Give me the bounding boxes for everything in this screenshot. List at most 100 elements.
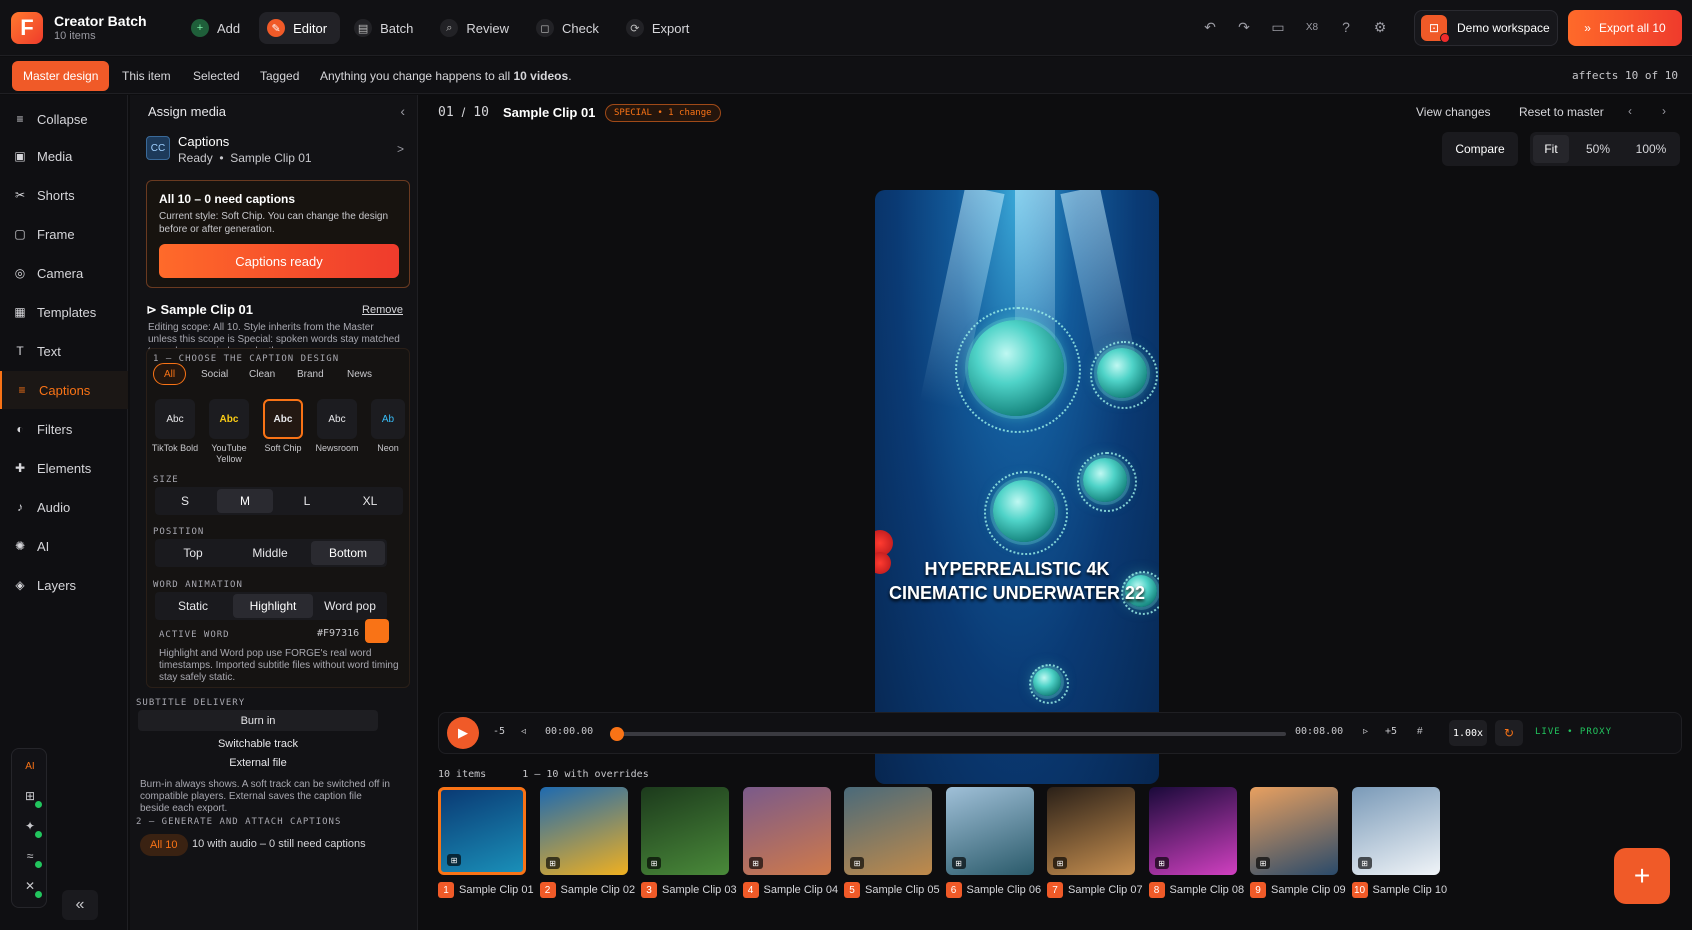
sidebar-item-ai[interactable]: ✺ AI <box>0 527 128 565</box>
tab-add[interactable]: + Add <box>183 12 253 44</box>
chip-clean[interactable]: Clean <box>239 363 285 385</box>
chip-all[interactable]: All <box>153 363 187 385</box>
position-middle[interactable]: Middle <box>233 541 307 565</box>
animation-static[interactable]: Static <box>157 594 229 618</box>
style-newsroom[interactable]: Abc <box>317 399 357 439</box>
forward-5-button[interactable]: +5 <box>1385 726 1397 737</box>
scope-master-design[interactable]: Master design <box>12 61 110 91</box>
hash-icon[interactable]: # <box>1417 726 1423 737</box>
sidebar-item-elements[interactable]: ✚ Elements <box>0 449 128 487</box>
x8-icon[interactable]: X8 <box>1302 17 1322 37</box>
tab-batch[interactable]: ▤ Batch <box>346 12 426 44</box>
sidebar-item-captions[interactable]: ≡ Captions <box>0 371 128 409</box>
tab-export[interactable]: ⟳ Export <box>618 12 703 44</box>
collapse-panel-icon[interactable]: ‹ <box>400 103 405 119</box>
size-s[interactable]: S <box>157 489 213 513</box>
sidebar-item-collapse[interactable]: ≡ Collapse <box>0 100 128 138</box>
sidebar-item-text[interactable]: T Text <box>0 332 128 370</box>
timeline-track[interactable] <box>616 732 1286 736</box>
sidebar-item-shorts[interactable]: ✂ Shorts <box>0 176 128 214</box>
style-youtube-yellow[interactable]: Abc <box>209 399 249 439</box>
grid-icon[interactable]: ⊞ <box>21 787 42 808</box>
delivery-burn-in[interactable]: Burn in <box>138 710 378 731</box>
filmstrip-thumbnail[interactable]: ⊞ <box>945 787 1034 875</box>
filmstrip-thumbnail[interactable]: ⊞ <box>1148 787 1237 875</box>
playback-speed[interactable]: 1.00x <box>1449 720 1487 746</box>
sidebar-item-layers[interactable]: ◈ Layers <box>0 566 128 604</box>
position-bottom[interactable]: Bottom <box>311 541 385 565</box>
filmstrip-thumbnail[interactable]: ⊞ <box>742 787 831 875</box>
undo-icon[interactable]: ↶ <box>1200 17 1220 37</box>
wave-icon[interactable]: ≈ <box>21 847 42 868</box>
zoom-fit[interactable]: Fit <box>1533 135 1569 163</box>
play-button[interactable]: ▶ <box>447 717 479 749</box>
scope-tagged[interactable]: Tagged <box>249 61 310 91</box>
sidebar-item-templates[interactable]: ▦ Templates <box>0 293 128 331</box>
sidebar-item-camera[interactable]: ◎ Camera <box>0 254 128 292</box>
zoom-100[interactable]: 100% <box>1626 135 1676 163</box>
sidebar-item-frame[interactable]: ▢ Frame <box>0 215 128 253</box>
collapse-sidebar-button[interactable]: « <box>62 890 98 920</box>
add-button[interactable]: + <box>1614 848 1670 904</box>
reset-to-master-button[interactable]: Reset to master <box>1519 105 1604 119</box>
delivery-switchable-track[interactable]: Switchable track <box>138 733 378 754</box>
workspace-button[interactable]: ⊡ Demo workspace <box>1414 10 1558 46</box>
style-soft-chip[interactable]: Abc <box>263 399 303 439</box>
captions-ready-button[interactable]: Captions ready <box>159 244 399 278</box>
chevron-left-icon[interactable]: ‹ <box>1628 104 1632 118</box>
settings-icon[interactable]: ⚙ <box>1370 17 1390 37</box>
loop-icon[interactable]: ↻ <box>1495 720 1523 746</box>
playhead-handle[interactable] <box>610 727 624 741</box>
special-badge[interactable]: SPECIAL • 1 change <box>605 104 721 122</box>
sidebar-item-audio[interactable]: ♪ Audio <box>0 488 128 526</box>
tab-editor[interactable]: ✎ Editor <box>259 12 341 44</box>
filmstrip-thumbnail[interactable]: ⊞ <box>438 787 526 875</box>
compare-button[interactable]: Compare <box>1442 132 1518 166</box>
sparkle-icon[interactable]: ✦ <box>21 817 42 838</box>
chevron-right-icon[interactable]: › <box>1662 104 1666 118</box>
sidebar-item-media[interactable]: ▣ Media <box>0 137 128 175</box>
redo-icon[interactable]: ↷ <box>1234 17 1254 37</box>
size-l[interactable]: L <box>279 489 335 513</box>
monitor-icon[interactable]: ▭ <box>1268 17 1288 37</box>
export-all-button[interactable]: » Export all 10 <box>1568 10 1682 46</box>
scope-this-item[interactable]: This item <box>111 61 182 91</box>
remove-link[interactable]: Remove <box>362 304 403 316</box>
next-frame-icon[interactable]: ▹ <box>1363 726 1368 737</box>
tools-icon[interactable]: ✕ <box>21 877 42 898</box>
prev-frame-icon[interactable]: ◃ <box>521 726 526 737</box>
generate-scope-chip[interactable]: All 10 <box>140 834 188 856</box>
help-icon[interactable]: ? <box>1336 17 1356 37</box>
scope-selected[interactable]: Selected <box>182 61 251 91</box>
filmstrip-thumbnail[interactable]: ⊞ <box>539 787 628 875</box>
style-neon[interactable]: Ab <box>371 399 405 439</box>
filmstrip-thumbnail[interactable]: ⊞ <box>844 787 932 875</box>
active-word-color-swatch[interactable] <box>365 619 389 643</box>
chip-brand[interactable]: Brand <box>287 363 334 385</box>
virus-particle <box>1076 451 1138 513</box>
filmstrip-thumbnail[interactable]: ⊞ <box>1047 787 1135 875</box>
captions-card[interactable]: CC Captions Ready • Sample Clip 01 > <box>136 132 412 168</box>
back-5-button[interactable]: -5 <box>493 726 505 737</box>
virus-particle <box>954 306 1082 434</box>
filmstrip-thumbnail[interactable]: ⊞ <box>641 787 729 875</box>
size-xl[interactable]: XL <box>341 489 399 513</box>
filmstrip-thumbnail[interactable]: ⊞ <box>1351 787 1440 875</box>
sidebar-item-filters[interactable]: ◐ Filters <box>0 410 128 448</box>
position-selector: Top Middle Bottom <box>155 539 387 567</box>
animation-highlight[interactable]: Highlight <box>233 594 313 618</box>
zoom-50[interactable]: 50% <box>1574 135 1622 163</box>
delivery-external-file[interactable]: External file <box>138 752 378 773</box>
filmstrip-thumbnail[interactable]: ⊞ <box>1250 787 1338 875</box>
chip-social[interactable]: Social <box>191 363 238 385</box>
animation-word-pop[interactable]: Word pop <box>315 594 385 618</box>
style-tiktok-bold[interactable]: Abc <box>155 399 195 439</box>
tab-check[interactable]: ◻ Check <box>528 12 612 44</box>
video-preview[interactable]: HYPERREALISTIC 4K CINEMATIC UNDERWATER 22 <box>875 190 1159 784</box>
position-top[interactable]: Top <box>157 541 229 565</box>
tab-label: Editor <box>293 20 328 36</box>
view-changes-button[interactable]: View changes <box>1416 105 1491 119</box>
tab-review[interactable]: ⌕ Review <box>432 12 522 44</box>
size-m[interactable]: M <box>217 489 273 513</box>
chip-news[interactable]: News <box>337 363 382 385</box>
